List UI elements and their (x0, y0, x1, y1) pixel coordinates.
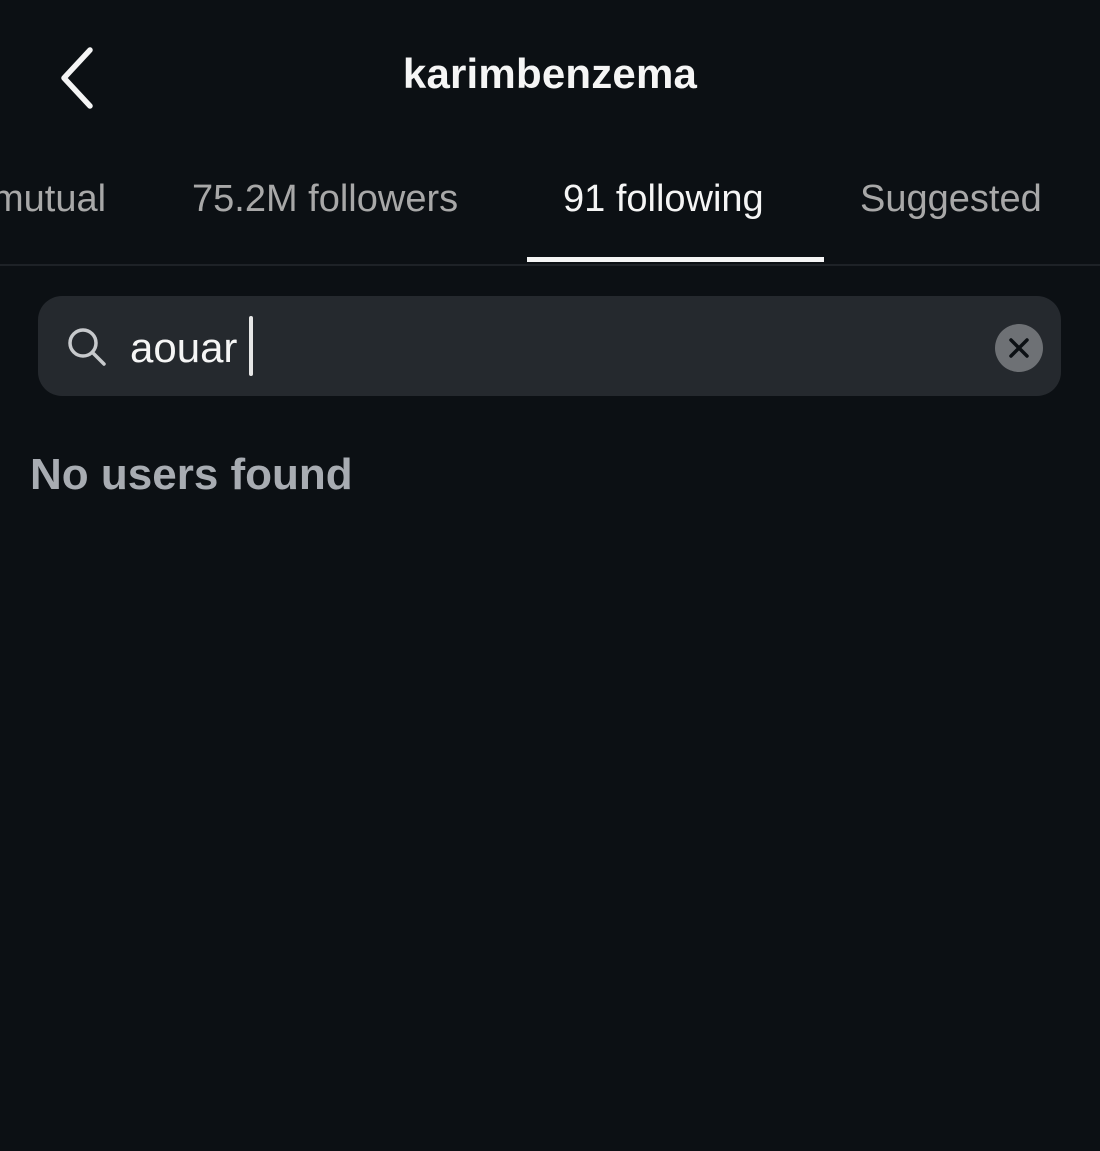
search-icon (66, 326, 108, 368)
tab-suggested[interactable]: Suggested (860, 178, 1042, 262)
active-tab-indicator (527, 257, 824, 262)
empty-state-message: No users found (30, 450, 353, 499)
page-title: karimbenzema (402, 50, 698, 97)
tab-mutual[interactable]: mutual (0, 178, 106, 262)
search-input[interactable] (130, 320, 970, 376)
app-screen: karimbenzema mutual 75.2M followers 91 f… (0, 0, 1100, 1151)
text-cursor (249, 316, 253, 376)
clear-icon (995, 324, 1043, 372)
header: karimbenzema (0, 0, 1100, 160)
clear-search-button[interactable] (995, 324, 1043, 372)
tab-bar: mutual 75.2M followers 91 following Sugg… (0, 160, 1100, 266)
tab-following[interactable]: 91 following (563, 178, 764, 262)
tab-followers[interactable]: 75.2M followers (192, 178, 458, 262)
